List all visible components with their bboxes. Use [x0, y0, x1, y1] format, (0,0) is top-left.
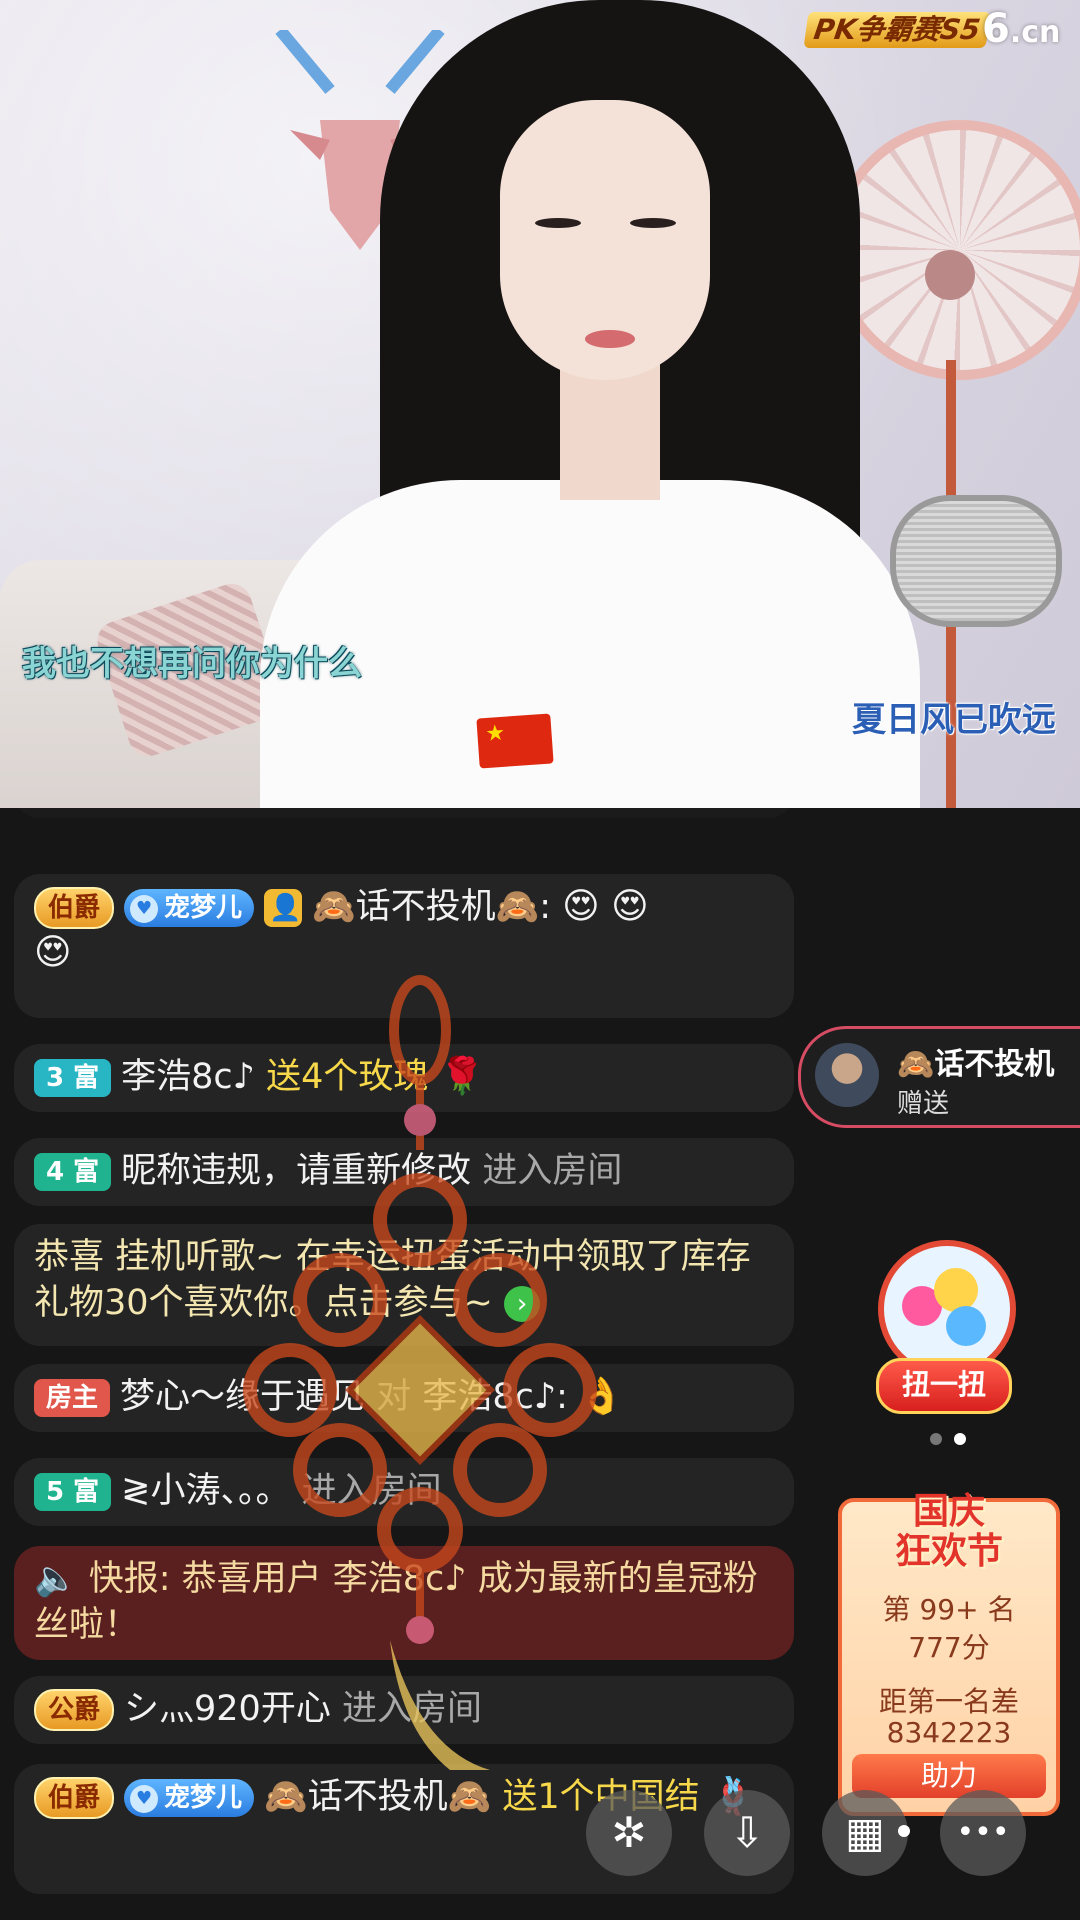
emoji-heart-eyes: 😍 — [34, 932, 72, 973]
lyric-left: 我也不想再问你为什么 — [22, 644, 362, 684]
avatar[interactable] — [815, 1043, 879, 1107]
chat-message[interactable]: 公爵 シ灬920开心 进入房间 — [14, 1676, 794, 1744]
gacha-capsule — [934, 1268, 978, 1312]
wealth-badge: 5 富 — [34, 1473, 112, 1511]
download-icon: ⇩ — [729, 1808, 765, 1857]
chat-username[interactable]: ≷小涛、。。 — [121, 1471, 290, 1511]
panel-dot-active — [898, 1825, 910, 1837]
fan-hub — [925, 250, 975, 300]
chat-message[interactable]: 伯爵 ♥ 宠梦儿 👤 🙈话不投机🙈: 😍 😍 😍 — [14, 874, 794, 1018]
chat-username[interactable]: 梦心～缘于遇见 — [120, 1377, 365, 1417]
more-icon: ••• — [956, 1815, 1010, 1850]
site-logo: 6.cn — [982, 6, 1060, 52]
chat-message[interactable]: 伯爵♥宠梦儿🙈话不投机🙈 送1个中国结 🪢 — [14, 1764, 794, 1894]
chat-list[interactable]: 伯爵 ♥ 宠梦儿 👤 🙈话不投机🙈: 😍 😍 😍 3 富李浩8c♪ 送4个玫瑰 🌹 4 … — [14, 808, 794, 1920]
streamer-mouth — [585, 330, 635, 348]
broadcast-text: 快报: 恭喜用户 李浩8c♪ 成为最新的皇冠粉丝啦！ — [34, 1559, 758, 1645]
arrow-right-icon[interactable]: › — [504, 1286, 541, 1322]
carousel-dot — [930, 1433, 942, 1445]
wealth-badge: 3 富 — [34, 1059, 112, 1097]
download-button[interactable]: ⇩ — [704, 1790, 790, 1876]
boost-button[interactable]: 助力 — [852, 1754, 1046, 1798]
fan-club-label: 宠梦儿 — [164, 893, 243, 923]
chat-message[interactable]: 房主 梦心～缘于遇见 对 李浩8c♪: 👌 — [14, 1364, 794, 1432]
festival-title: 国庆 狂欢节 — [842, 1492, 1056, 1572]
streamer-neck — [560, 360, 660, 500]
user-icon: 👤 — [264, 889, 303, 927]
grid-icon: ▦ — [845, 1808, 885, 1857]
wealth-badge: 4 富 — [34, 1153, 112, 1191]
site-logo-suffix: .cn — [1009, 15, 1061, 50]
chat-username[interactable]: 🙈话不投机🙈: — [312, 887, 551, 927]
emoji-heart-eyes: 😍 😍 — [562, 886, 649, 927]
streamer-eye-right — [630, 218, 676, 228]
gift-text: 送4个玫瑰 — [266, 1057, 429, 1097]
ok-hand-icon: 👌 — [579, 1376, 624, 1417]
chat-message-broadcast[interactable]: 🔈 快报: 恭喜用户 李浩8c♪ 成为最新的皇冠粉丝啦！ — [14, 1546, 794, 1660]
chat-username[interactable]: シ灬920开心 — [124, 1689, 331, 1729]
gift-sender-name: 🙈话不投机 — [897, 1047, 1055, 1082]
chat-message-partial — [14, 808, 794, 818]
system-text: 恭喜 挂机听歌~ 在幸运扭蛋活动中领取了库存礼物30个喜欢你。点击参与~ — [34, 1237, 751, 1323]
host-badge: 房主 — [34, 1379, 111, 1417]
carousel-dot-active — [954, 1433, 966, 1445]
festival-rank: 第 99+ 名 — [882, 1593, 1016, 1626]
rose-icon: 🌹 — [439, 1056, 485, 1097]
more-button[interactable]: ••• — [940, 1790, 1026, 1876]
chat-target-user[interactable]: 李浩8c♪: — [422, 1377, 568, 1417]
noble-badge: 伯爵 — [34, 887, 115, 929]
chat-username[interactable]: 李浩8c♪ — [121, 1057, 255, 1097]
share-icon: ✲ — [611, 1808, 647, 1857]
chat-message[interactable]: 3 富李浩8c♪ 送4个玫瑰 🌹 — [14, 1044, 794, 1112]
gift-action-text: 赠送 — [897, 1089, 950, 1119]
festival-gap-label: 距第一名差 — [878, 1685, 1019, 1718]
festival-event-panel[interactable]: 国庆 狂欢节 第 99+ 名 777分 距第一名差 8342223 助力 — [838, 1492, 1060, 1816]
carousel-indicator — [924, 1430, 972, 1449]
gacha-widget[interactable]: 扭一扭 — [876, 1240, 1016, 1420]
gacha-button[interactable]: 扭一扭 — [876, 1358, 1012, 1414]
share-button[interactable]: ✲ — [586, 1790, 672, 1876]
to-text: 对 — [376, 1377, 412, 1417]
fan-club-badge: ♥ 宠梦儿 — [124, 889, 255, 927]
chat-username[interactable]: 🙈话不投机🙈 — [264, 1777, 491, 1817]
streamer-eye-left — [535, 218, 581, 228]
microphone — [890, 495, 1062, 627]
chat-message-system[interactable]: 恭喜 挂机听歌~ 在幸运扭蛋活动中领取了库存礼物30个喜欢你。点击参与~ › — [14, 1224, 794, 1346]
festival-score: 777分 — [908, 1631, 990, 1664]
fan-club-badge: ♥ 宠梦儿 — [124, 1779, 255, 1817]
festival-title-line1: 国庆 — [912, 1491, 985, 1532]
noble-badge: 伯爵 — [34, 1777, 115, 1819]
panel-indicator — [892, 1822, 916, 1841]
gift-notification[interactable]: 🙈话不投机 赠送 — [798, 1026, 1080, 1128]
chat-username[interactable]: 昵称违规，请重新修改 — [121, 1151, 471, 1191]
festival-gap-value: 8342223 — [886, 1716, 1012, 1749]
speaker-icon: 🔈 — [34, 1559, 78, 1599]
site-logo-num: 6 — [982, 6, 1010, 52]
gacha-capsule — [946, 1306, 986, 1346]
live-video[interactable]: ★ 我也不想再问你为什么 夏日风已吹远 PK争霸赛S5 6.cn — [0, 0, 1080, 808]
enter-room-text: 进入房间 — [482, 1151, 623, 1191]
chat-message[interactable]: 5 富 ≷小涛、。。 进入房间 — [14, 1458, 794, 1526]
noble-badge: 公爵 — [34, 1689, 115, 1731]
china-flag: ★ — [476, 713, 554, 769]
enter-room-text: 进入房间 — [341, 1689, 482, 1729]
enter-room-text: 进入房间 — [301, 1471, 442, 1511]
heart-icon: ♥ — [130, 1784, 159, 1813]
pk-event-logo[interactable]: PK争霸赛S5 — [803, 12, 991, 48]
lyric-right: 夏日风已吹远 — [852, 700, 1056, 740]
festival-title-line2: 狂欢节 — [894, 1531, 1003, 1572]
chat-message[interactable]: 4 富昵称违规，请重新修改 进入房间 — [14, 1138, 794, 1206]
heart-icon: ♥ — [130, 894, 159, 923]
fan-club-label: 宠梦儿 — [164, 1783, 243, 1813]
